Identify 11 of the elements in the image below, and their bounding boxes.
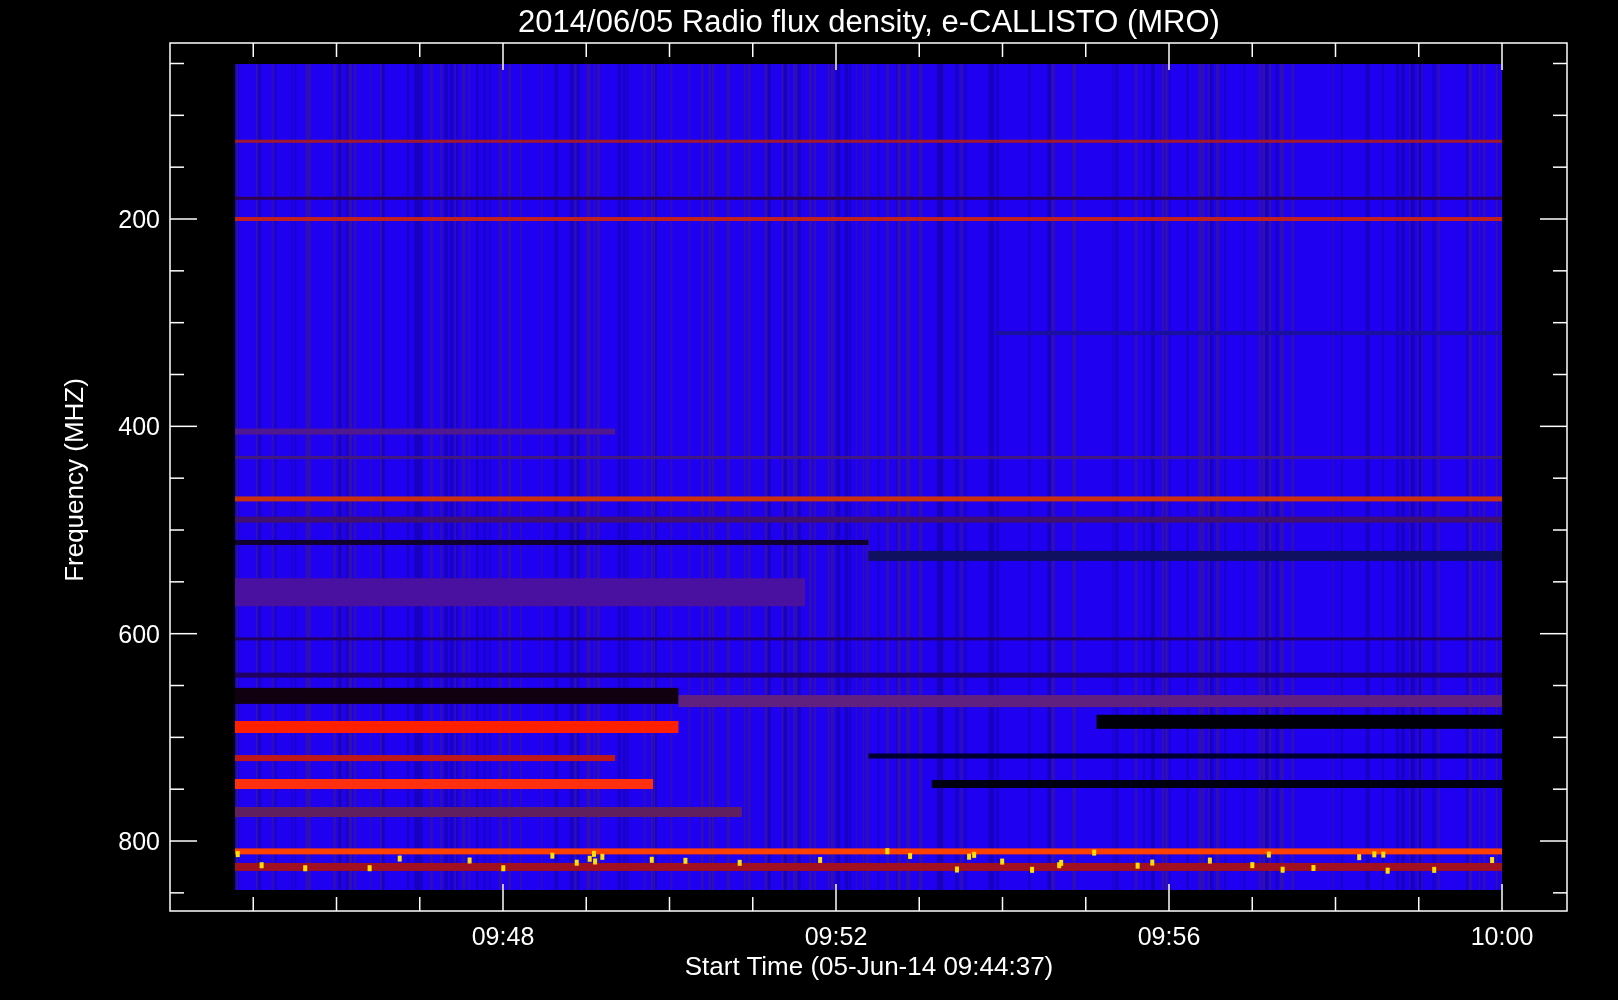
x-axis-label: Start Time (05-Jun-14 09:44:37) [684,951,1054,981]
y-tick-label: 200 [118,205,160,233]
y-axis-label: Frequency (MHZ) [59,378,89,582]
y-tick-label: 400 [118,412,160,441]
y-tick-label: 800 [118,827,160,855]
x-tick-label: 09:48 [471,922,535,950]
x-tick-label: 09:56 [1137,922,1201,950]
x-tick-label: 10:00 [1470,922,1534,950]
y-tick-label: 600 [118,619,160,648]
x-tick-label: 09:52 [804,922,868,950]
chart-title: 2014/06/05 Radio flux density, e-CALLISTO (MRO) [518,4,1220,39]
